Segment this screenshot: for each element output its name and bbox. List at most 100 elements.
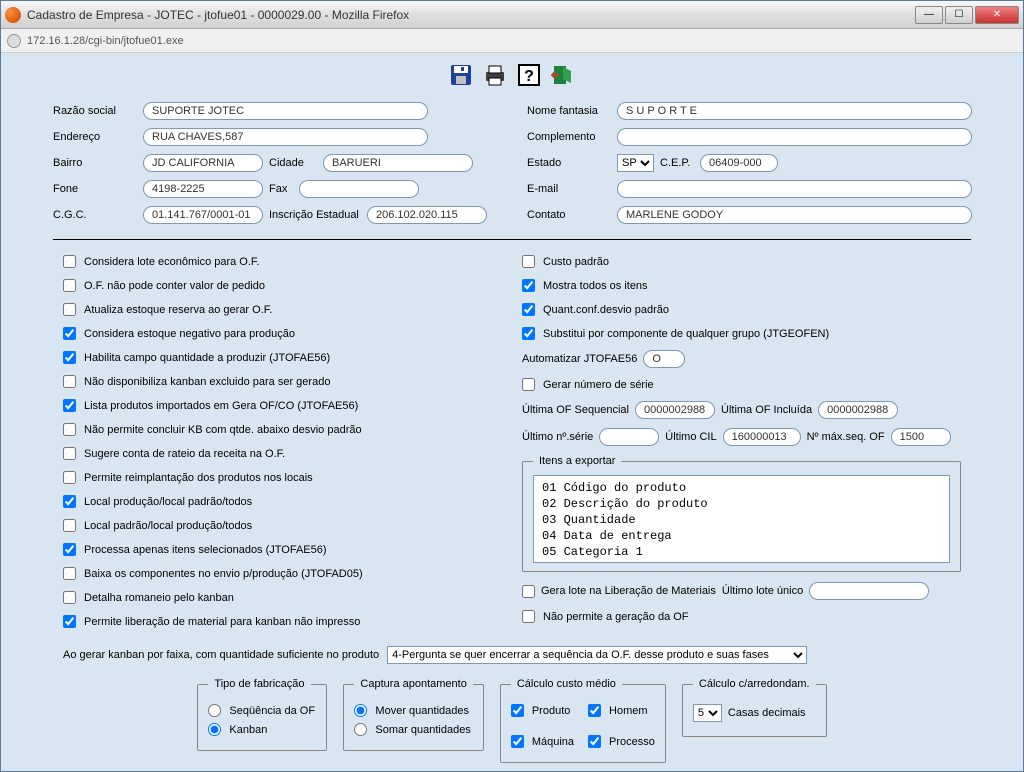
ultimo-n-serie-input[interactable] bbox=[599, 428, 659, 446]
casas-decimais-select[interactable]: 5 bbox=[693, 704, 722, 722]
left-checkbox-9[interactable] bbox=[63, 471, 76, 484]
export-item-2[interactable]: 03 Quantidade bbox=[538, 512, 945, 528]
calc-produto-label: Produto bbox=[532, 705, 571, 717]
fax-input[interactable] bbox=[299, 180, 419, 198]
ultimo-cil-input[interactable] bbox=[723, 428, 801, 446]
n-max-seq-of-input[interactable] bbox=[891, 428, 951, 446]
calc-produto-checkbox[interactable] bbox=[511, 704, 524, 717]
kanban-faixa-label: Ao gerar kanban por faixa, com quantidad… bbox=[63, 649, 379, 661]
razao-social-input[interactable] bbox=[143, 102, 428, 120]
left-checkbox-6[interactable] bbox=[63, 399, 76, 412]
tipo-fab-fieldset: Tipo de fabricação Seqüência da OF Kanba… bbox=[197, 678, 327, 751]
calc-processo-label: Processo bbox=[609, 736, 655, 748]
n-max-seq-of-label: Nº máx.seq. OF bbox=[807, 431, 885, 443]
left-checkbox-0[interactable] bbox=[63, 255, 76, 268]
tipo-fab-kanban-radio[interactable] bbox=[208, 723, 221, 736]
contato-label: Contato bbox=[527, 209, 617, 221]
right-options-column: Custo padrãoMostra todos os itensQuant.c… bbox=[522, 254, 961, 638]
left-checkbox-10[interactable] bbox=[63, 495, 76, 508]
email-input[interactable] bbox=[617, 180, 972, 198]
left-check-label-7: Não permite concluir KB com qtde. abaixo… bbox=[84, 424, 362, 436]
left-checkbox-1[interactable] bbox=[63, 279, 76, 292]
cidade-input[interactable] bbox=[323, 154, 473, 172]
cidade-label: Cidade bbox=[269, 157, 323, 169]
estado-select[interactable]: SP bbox=[617, 154, 654, 172]
gera-lote-checkbox[interactable] bbox=[522, 585, 535, 598]
right-check-label-0: Custo padrão bbox=[543, 256, 609, 268]
content-area: ? Razão social Endereço Bairro Cid bbox=[1, 53, 1023, 771]
calc-processo-checkbox[interactable] bbox=[588, 735, 601, 748]
right-checkbox-2[interactable] bbox=[522, 303, 535, 316]
left-checkbox-11[interactable] bbox=[63, 519, 76, 532]
right-checkbox-0[interactable] bbox=[522, 255, 535, 268]
left-check-row-12: Processa apenas itens selecionados (JTOF… bbox=[63, 542, 502, 557]
left-checkbox-4[interactable] bbox=[63, 351, 76, 364]
cgc-input[interactable] bbox=[143, 206, 263, 224]
export-item-0[interactable]: 01 Código do produto bbox=[538, 480, 945, 496]
gera-lote-label: Gera lote na Liberação de Materiais bbox=[541, 585, 716, 597]
left-checkbox-12[interactable] bbox=[63, 543, 76, 556]
gerar-serie-checkbox[interactable] bbox=[522, 378, 535, 391]
automatizar-input[interactable] bbox=[643, 350, 685, 368]
export-item-3[interactable]: 04 Data de entrega bbox=[538, 528, 945, 544]
ultima-of-inc-input[interactable] bbox=[818, 401, 898, 419]
fone-input[interactable] bbox=[143, 180, 263, 198]
right-checkbox-1[interactable] bbox=[522, 279, 535, 292]
minimize-button[interactable]: — bbox=[915, 6, 943, 24]
export-item-1[interactable]: 02 Descrição do produto bbox=[538, 496, 945, 512]
left-checkbox-15[interactable] bbox=[63, 615, 76, 628]
inscr-input[interactable] bbox=[367, 206, 487, 224]
ultima-of-seq-input[interactable] bbox=[635, 401, 715, 419]
save-button[interactable] bbox=[447, 61, 475, 89]
ultimo-lote-input[interactable] bbox=[809, 582, 929, 600]
export-fieldset: Itens a exportar 01 Código do produto02 … bbox=[522, 455, 961, 572]
right-check-row-0: Custo padrão bbox=[522, 254, 961, 269]
captura-mover-label: Mover quantidades bbox=[375, 705, 469, 717]
left-checkbox-14[interactable] bbox=[63, 591, 76, 604]
calc-homem-checkbox[interactable] bbox=[588, 704, 601, 717]
globe-icon bbox=[7, 34, 21, 48]
nao-permite-of-checkbox[interactable] bbox=[522, 610, 535, 623]
ultimo-lote-label: Último lote único bbox=[722, 585, 803, 597]
exit-button[interactable] bbox=[549, 61, 577, 89]
help-button[interactable]: ? bbox=[515, 61, 543, 89]
cep-input[interactable] bbox=[700, 154, 778, 172]
right-checkbox-3[interactable] bbox=[522, 327, 535, 340]
right-check-label-2: Quant.conf.desvio padrão bbox=[543, 304, 669, 316]
captura-somar-radio[interactable] bbox=[354, 723, 367, 736]
endereco-input[interactable] bbox=[143, 128, 428, 146]
left-checkbox-2[interactable] bbox=[63, 303, 76, 316]
maximize-button[interactable]: ☐ bbox=[945, 6, 973, 24]
left-check-label-13: Baixa os componentes no envio p/produção… bbox=[84, 568, 363, 580]
bairro-label: Bairro bbox=[53, 157, 143, 169]
export-item-4[interactable]: 05 Categoria 1 bbox=[538, 544, 945, 560]
complemento-input[interactable] bbox=[617, 128, 972, 146]
close-button[interactable]: ✕ bbox=[975, 6, 1019, 24]
left-check-label-4: Habilita campo quantidade a produzir (JT… bbox=[84, 352, 330, 364]
left-checkbox-3[interactable] bbox=[63, 327, 76, 340]
left-check-row-13: Baixa os componentes no envio p/produção… bbox=[63, 566, 502, 581]
left-checkbox-13[interactable] bbox=[63, 567, 76, 580]
calc-maquina-checkbox[interactable] bbox=[511, 735, 524, 748]
contato-input[interactable] bbox=[617, 206, 972, 224]
nome-fantasia-input[interactable] bbox=[617, 102, 972, 120]
export-list[interactable]: 01 Código do produto02 Descrição do prod… bbox=[533, 475, 950, 563]
ultimo-n-serie-label: Último nº.série bbox=[522, 431, 593, 443]
left-check-label-6: Lista produtos importados em Gera OF/CO … bbox=[84, 400, 358, 412]
right-check-row-2: Quant.conf.desvio padrão bbox=[522, 302, 961, 317]
left-checkbox-8[interactable] bbox=[63, 447, 76, 460]
complemento-label: Complemento bbox=[527, 131, 617, 143]
print-button[interactable] bbox=[481, 61, 509, 89]
left-checkbox-7[interactable] bbox=[63, 423, 76, 436]
titlebar: Cadastro de Empresa - JOTEC - jtofue01 -… bbox=[1, 1, 1023, 29]
captura-legend: Captura apontamento bbox=[354, 678, 472, 690]
captura-mover-radio[interactable] bbox=[354, 704, 367, 717]
captura-fieldset: Captura apontamento Mover quantidades So… bbox=[343, 678, 483, 751]
left-check-label-11: Local padrão/local produção/todos bbox=[84, 520, 252, 532]
tipo-fab-seq-radio[interactable] bbox=[208, 704, 221, 717]
left-checkbox-5[interactable] bbox=[63, 375, 76, 388]
left-check-row-2: Atualiza estoque reserva ao gerar O.F. bbox=[63, 302, 502, 317]
ultima-of-inc-label: Última OF Incluída bbox=[721, 404, 812, 416]
kanban-faixa-select[interactable]: 4-Pergunta se quer encerrar a sequência … bbox=[387, 646, 807, 664]
bairro-input[interactable] bbox=[143, 154, 263, 172]
